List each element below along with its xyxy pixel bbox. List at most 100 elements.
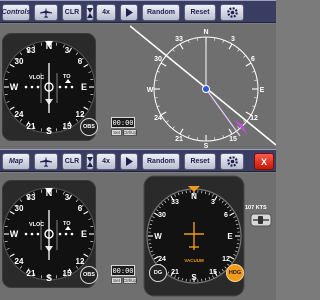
settings-button-2[interactable] <box>220 153 244 170</box>
map-6: 6 <box>251 56 255 63</box>
timer-set-top[interactable]: Set <box>111 129 122 136</box>
hourglass-button-2[interactable] <box>86 153 94 170</box>
obs-knob-top[interactable]: OBS <box>80 118 98 136</box>
hdg-12: 12 <box>222 256 230 263</box>
vacuum-label: VACUUM <box>184 258 204 263</box>
vor-top-w: W <box>10 82 19 92</box>
close-button[interactable]: X <box>254 153 274 170</box>
tick-mark <box>154 79 158 81</box>
vor-bottom-vloc: VLOC <box>29 222 44 228</box>
hourglass-button[interactable] <box>86 4 94 21</box>
airspeed-label: 107 KTS <box>245 205 267 211</box>
hdg-15: 15 <box>209 269 217 276</box>
hdg-e: E <box>227 232 233 241</box>
map-w: W <box>147 87 154 94</box>
mid-toolbar: Map CLR 4x Random Reset X <box>0 149 276 172</box>
gear-icon <box>226 156 238 167</box>
map-30: 30 <box>154 56 162 63</box>
vor-bottom-to: TO <box>63 221 71 227</box>
hdg-w: W <box>154 232 162 241</box>
airplane-icon <box>40 156 52 167</box>
tick-mark <box>254 79 258 81</box>
vor-bottom-33: 33 <box>27 193 36 202</box>
gear-icon <box>226 7 238 18</box>
airspeed-thumb[interactable] <box>258 216 263 224</box>
airplane-button-2[interactable] <box>34 153 58 170</box>
play-button-2[interactable] <box>120 153 138 170</box>
tick-mark <box>196 37 198 41</box>
tick-mark <box>251 70 255 73</box>
play-icon <box>126 8 133 17</box>
tick-mark <box>214 137 216 141</box>
tick-mark <box>157 105 161 108</box>
hdg-3: 3 <box>211 199 215 206</box>
vor-top-6: 6 <box>78 57 83 66</box>
map-button[interactable]: Map <box>2 153 30 170</box>
tick-mark <box>254 97 258 99</box>
hdg-21: 21 <box>171 269 179 276</box>
map-compass: N 3 6 E 12 15 S 21 24 W 30 33 <box>130 25 276 149</box>
vor-bottom-s: S <box>46 273 52 283</box>
tick-mark <box>243 55 247 58</box>
map-33: 33 <box>175 36 183 43</box>
hdg-30: 30 <box>158 212 166 219</box>
timer-ctrl-bottom[interactable]: Ctrl/Up <box>123 277 137 284</box>
map-e: E <box>260 87 265 94</box>
vor-top-15: 15 <box>63 122 72 131</box>
timer-set-bottom[interactable]: Set <box>111 277 122 284</box>
random-button-2[interactable]: Random <box>142 153 180 170</box>
vor-bottom-e: E <box>81 229 87 239</box>
tick-mark <box>237 48 240 52</box>
hdg-n: N <box>191 192 197 201</box>
vor-top-12: 12 <box>76 110 85 119</box>
settings-button[interactable] <box>220 4 244 21</box>
tick-mark <box>160 62 167 67</box>
vor-bottom-12: 12 <box>76 257 85 266</box>
tick-mark <box>245 62 252 67</box>
tick-mark <box>214 37 216 41</box>
map-24: 24 <box>154 115 162 122</box>
tick-mark <box>196 137 198 141</box>
airplane-button[interactable] <box>34 4 58 21</box>
hdg-s: S <box>191 273 197 282</box>
vor-top-3: 3 <box>65 46 70 55</box>
vor-top-vloc: VLOC <box>29 75 44 81</box>
airspeed-slider[interactable] <box>250 213 272 227</box>
tick-mark <box>251 105 255 108</box>
speed-button-2[interactable]: 4x <box>96 153 116 170</box>
clear-button-2[interactable]: CLR <box>62 153 82 170</box>
obs-knob-bottom[interactable]: OBS <box>80 266 98 284</box>
vor-bottom-30: 30 <box>15 204 24 213</box>
vor-bottom-21: 21 <box>27 269 36 278</box>
vor-top-e: E <box>81 82 87 92</box>
tick-mark <box>222 40 225 44</box>
play-icon <box>126 157 133 166</box>
vor-top-to: TO <box>63 74 71 80</box>
tick-mark <box>154 97 158 99</box>
hdg-24: 24 <box>158 256 166 263</box>
vor-bottom-24: 24 <box>15 257 24 266</box>
tick-mark <box>222 134 225 138</box>
map-radial-line <box>130 25 276 146</box>
reset-button-2[interactable]: Reset <box>184 153 216 170</box>
timer-bottom: 00:00 <box>111 265 135 276</box>
random-button[interactable]: Random <box>142 4 180 21</box>
tick-mark <box>237 126 240 130</box>
controls-button[interactable]: Controls <box>2 4 30 21</box>
vor-top-33: 33 <box>27 46 36 55</box>
vor-bottom-w: W <box>10 229 19 239</box>
dg-knob[interactable]: DG <box>149 264 167 282</box>
top-toolbar: Controls CLR 4x Random Reset <box>0 0 276 23</box>
play-button[interactable] <box>120 4 138 21</box>
vor-top-30: 30 <box>15 57 24 66</box>
tick-mark <box>187 134 190 138</box>
tick-mark <box>228 128 233 135</box>
reset-button[interactable]: Reset <box>184 4 216 21</box>
clear-button[interactable]: CLR <box>62 4 82 21</box>
hdg-33: 33 <box>171 199 179 206</box>
hdg-knob[interactable]: HDG <box>226 264 244 282</box>
map-21: 21 <box>175 136 183 143</box>
speed-button[interactable]: 4x <box>96 4 116 21</box>
tick-mark <box>187 40 190 44</box>
tick-mark <box>179 43 184 50</box>
